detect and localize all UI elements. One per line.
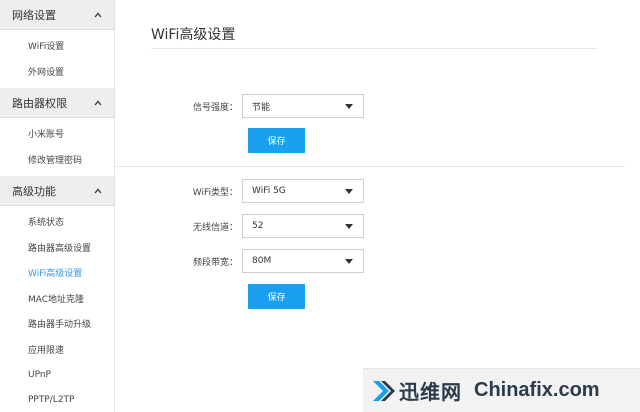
sidebar-item-wifi-advanced[interactable]: WiFi高级设置 — [0, 260, 114, 286]
sidebar-item-upnp[interactable]: UPnP — [0, 362, 114, 388]
sidebar-item-mi-account[interactable]: 小米账号 — [0, 121, 114, 147]
channel-select[interactable]: 52 — [242, 214, 364, 238]
main-content: WiFi高级设置 信号强度： 节能 保存 WiFi类型： WiFi 5G 无线信… — [115, 0, 640, 412]
signal-strength-row: 信号强度： 节能 — [115, 94, 364, 118]
save-signal-button[interactable]: 保存 — [248, 128, 305, 153]
title-divider — [151, 48, 597, 49]
channel-label: 无线信道： — [192, 222, 238, 233]
chevron-up-icon — [94, 188, 102, 193]
page-title: WiFi高级设置 — [151, 27, 236, 43]
sidebar-group-label: 网络设置 — [12, 8, 56, 22]
sidebar-item-manual-upgrade[interactable]: 路由器手动升级 — [0, 311, 114, 337]
sidebar-item-mac-clone[interactable]: MAC地址克隆 — [0, 286, 114, 312]
save-wifi-button[interactable]: 保存 — [248, 284, 305, 309]
signal-strength-label: 信号强度： — [192, 102, 238, 113]
sidebar-item-system-status[interactable]: 系统状态 — [0, 209, 114, 235]
bandwidth-label: 频段带宽： — [192, 257, 238, 268]
sidebar-item-app-rate-limit[interactable]: 应用限速 — [0, 337, 114, 363]
sidebar-item-wan-settings[interactable]: 外网设置 — [0, 59, 114, 85]
channel-value: 52 — [252, 221, 264, 231]
caret-down-icon — [345, 258, 353, 264]
sidebar-group-label: 路由器权限 — [12, 96, 67, 110]
chevron-up-icon — [94, 12, 102, 17]
caret-down-icon — [345, 188, 353, 194]
bandwidth-row: 频段带宽： 80M — [115, 249, 364, 273]
chevron-up-icon — [94, 100, 102, 105]
wifi-type-select[interactable]: WiFi 5G — [242, 179, 364, 203]
signal-strength-value: 节能 — [252, 102, 271, 113]
channel-row: 无线信道： 52 — [115, 214, 364, 238]
sidebar-item-router-advanced[interactable]: 路由器高级设置 — [0, 235, 114, 261]
sidebar-group-advanced[interactable]: 高级功能 — [0, 176, 114, 206]
wifi-type-value: WiFi 5G — [252, 186, 286, 196]
watermark: 迅维网 Chinafix.com — [363, 368, 640, 412]
sidebar-item-change-admin-password[interactable]: 修改管理密码 — [0, 147, 114, 173]
sidebar-group-router-permissions[interactable]: 路由器权限 — [0, 88, 114, 118]
caret-down-icon — [345, 103, 353, 109]
sidebar-group-label: 高级功能 — [12, 184, 56, 198]
sidebar-item-wifi-settings[interactable]: WiFi设置 — [0, 33, 114, 59]
watermark-en-text: Chinafix.com — [474, 379, 600, 401]
bandwidth-select[interactable]: 80M — [242, 249, 364, 273]
caret-down-icon — [345, 223, 353, 229]
sidebar-item-pptp-l2tp[interactable]: PPTP/L2TP — [0, 388, 114, 412]
section-divider — [115, 166, 625, 167]
chinafix-logo-icon — [373, 380, 395, 401]
bandwidth-value: 80M — [252, 256, 272, 266]
signal-strength-select[interactable]: 节能 — [242, 94, 364, 118]
wifi-type-row: WiFi类型： WiFi 5G — [115, 179, 364, 203]
sidebar: 网络设置 WiFi设置 外网设置 路由器权限 小米账号 修改管理密码 高级功能 … — [0, 0, 115, 412]
sidebar-group-network[interactable]: 网络设置 — [0, 0, 114, 30]
watermark-cn-text: 迅维网 — [399, 380, 462, 404]
wifi-type-label: WiFi类型： — [192, 187, 238, 198]
